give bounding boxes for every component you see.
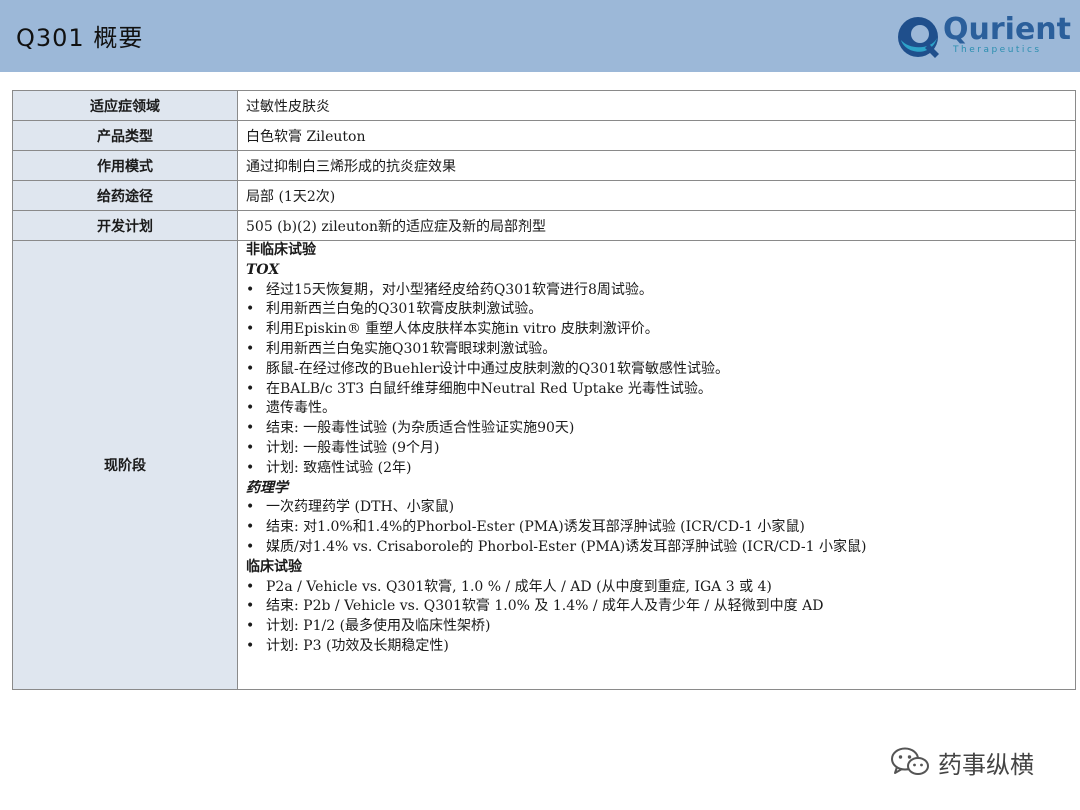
list-item: 在BALB/c 3T3 白鼠纤维芽细胞中Neutral Red Uptake 光…: [246, 380, 1067, 400]
list-item: 一次药理药学 (DTH、小家鼠): [246, 498, 1067, 518]
title-bar: Q301 概要 Qurient Therapeutics: [0, 0, 1080, 72]
nonclinical-heading: 非临床试验: [246, 242, 316, 258]
table-row-stage: 现阶段 非临床试验 TOX 经过15天恢复期，对小型猪经皮给药Q301软膏进行8…: [12, 240, 1076, 690]
list-item: 计划: 致癌性试验 (2年): [246, 459, 1067, 479]
list-item: 结束: 一般毒性试验 (为杂质适合性验证实施90天): [246, 419, 1067, 439]
table-row: 给药途径 局部 (1天2次): [12, 180, 1076, 211]
row-label: 作用模式: [12, 150, 238, 181]
overview-table: 适应症领域 过敏性皮肤炎 产品类型 白色软膏 Zileuton 作用模式 通过抑…: [12, 90, 1076, 690]
list-item: 豚鼠-在经过修改的Buehler设计中通过皮肤刺激的Q301软膏敏感性试验。: [246, 360, 1067, 380]
watermark: 药事纵横: [890, 744, 1034, 780]
logo-swirl-icon: [898, 17, 939, 58]
table-row: 产品类型 白色软膏 Zileuton: [12, 120, 1076, 151]
row-label: 适应症领域: [12, 90, 238, 121]
row-label: 开发计划: [12, 210, 238, 241]
list-item: 利用新西兰白兔实施Q301软膏眼球刺激试验。: [246, 340, 1067, 360]
page-title: Q301 概要: [16, 24, 144, 52]
list-item: 结束: 对1.0%和1.4%的Phorbol-Ester (PMA)诱发耳部浮肿…: [246, 518, 1067, 538]
pharmacology-list: 一次药理药学 (DTH、小家鼠) 结束: 对1.0%和1.4%的Phorbol-…: [246, 498, 1067, 557]
table-row: 开发计划 505 (b)(2) zileuton新的适应症及新的局部剂型: [12, 210, 1076, 241]
row-value: 过敏性皮肤炎: [237, 90, 1076, 121]
watermark-text: 药事纵横: [938, 750, 1034, 779]
row-label: 产品类型: [12, 120, 238, 151]
list-item: 经过15天恢复期，对小型猪经皮给药Q301软膏进行8周试验。: [246, 281, 1067, 301]
row-label: 现阶段: [12, 240, 238, 690]
logo-wordmark: Qurient: [943, 12, 1071, 47]
clinical-list: P2a / Vehicle vs. Q301软膏, 1.0 % / 成年人 / …: [246, 578, 1067, 657]
tox-heading: TOX: [246, 261, 280, 278]
logo-tagline: Therapeutics: [953, 45, 1042, 55]
stage-content: 非临床试验 TOX 经过15天恢复期，对小型猪经皮给药Q301软膏进行8周试验。…: [237, 240, 1076, 690]
tox-list: 经过15天恢复期，对小型猪经皮给药Q301软膏进行8周试验。 利用新西兰白兔的Q…: [246, 281, 1067, 479]
wechat-icon: [891, 747, 929, 775]
list-item: P2a / Vehicle vs. Q301软膏, 1.0 % / 成年人 / …: [246, 578, 1067, 598]
table-row: 作用模式 通过抑制白三烯形成的抗炎症效果: [12, 150, 1076, 181]
table-row: 适应症领域 过敏性皮肤炎: [12, 90, 1076, 121]
row-value: 通过抑制白三烯形成的抗炎症效果: [237, 150, 1076, 181]
list-item: 计划: P1/2 (最多使用及临床性架桥): [246, 617, 1067, 637]
list-item: 利用Episkin® 重塑人体皮肤样本实施in vitro 皮肤刺激评价。: [246, 320, 1067, 340]
list-item: 遗传毒性。: [246, 399, 1067, 419]
row-value: 白色软膏 Zileuton: [237, 120, 1076, 151]
list-item: 计划: 一般毒性试验 (9个月): [246, 439, 1067, 459]
row-value: 505 (b)(2) zileuton新的适应症及新的局部剂型: [237, 210, 1076, 241]
clinical-heading: 临床试验: [246, 558, 302, 575]
list-item: 结束: P2b / Vehicle vs. Q301软膏 1.0% 及 1.4%…: [246, 597, 1067, 617]
row-label: 给药途径: [12, 180, 238, 211]
list-item: 计划: P3 (功效及长期稳定性): [246, 637, 1067, 657]
pharmacology-heading: 药理学: [246, 479, 288, 496]
company-logo: Qurient Therapeutics: [895, 12, 1075, 62]
row-value: 局部 (1天2次): [237, 180, 1076, 211]
list-item: 利用新西兰白兔的Q301软膏皮肤刺激试验。: [246, 300, 1067, 320]
list-item: 媒质/对1.4% vs. Crisaborole的 Phorbol-Ester …: [246, 538, 1067, 558]
